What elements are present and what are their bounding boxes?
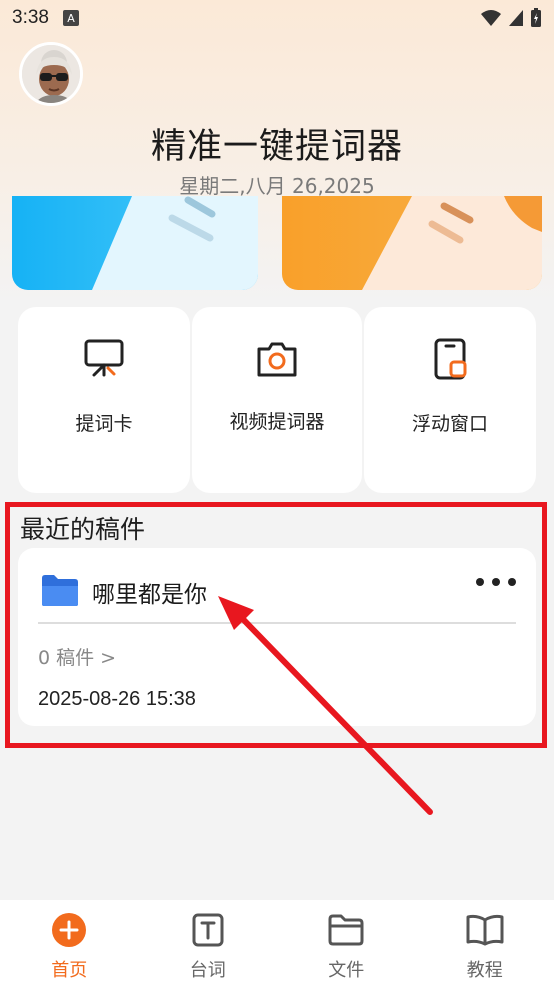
banner-right-graphic	[362, 196, 542, 290]
avatar[interactable]	[19, 42, 83, 106]
tool-label: 浮动窗口	[411, 413, 488, 435]
tool-prompt-card[interactable]: 提词卡	[18, 307, 190, 493]
presentation-board-icon	[84, 339, 124, 377]
floating-window-icon	[434, 338, 467, 380]
folder-icon	[326, 910, 366, 950]
battery-icon	[531, 8, 541, 27]
nav-tutorial[interactable]: 教程	[416, 900, 554, 984]
banner-right[interactable]	[282, 196, 542, 290]
bottom-navigation: 首页 台词 文件 教程	[0, 900, 554, 984]
banner-left-graphic	[92, 196, 258, 290]
notification-icon: A	[62, 10, 79, 26]
script-t-icon	[188, 910, 228, 950]
wifi-icon	[481, 10, 501, 26]
nav-label: 首页	[51, 960, 88, 981]
camera-icon	[257, 342, 297, 377]
book-icon	[465, 910, 505, 950]
nav-files[interactable]: 文件	[277, 900, 416, 984]
tool-label: 提词卡	[75, 413, 133, 435]
signal-icon	[509, 10, 523, 26]
highlight-box	[5, 502, 547, 748]
nav-label: 台词	[189, 960, 226, 981]
page-title: 精准一键提词器	[150, 127, 403, 167]
nav-home[interactable]: 首页	[0, 900, 139, 984]
banner-left[interactable]	[12, 196, 258, 290]
tool-label: 视频提词器	[229, 411, 325, 433]
tool-floating-window[interactable]: 浮动窗口	[364, 307, 536, 493]
home-plus-icon	[49, 910, 89, 950]
tool-video-prompter[interactable]: 视频提词器	[192, 307, 362, 493]
status-bar: 3:38 A	[0, 0, 554, 36]
page-date: 星期二,八月 26,2025	[179, 174, 375, 198]
nav-label: 教程	[466, 960, 503, 981]
nav-script[interactable]: 台词	[139, 900, 278, 984]
nav-label: 文件	[328, 960, 365, 981]
status-icons	[480, 8, 542, 28]
status-time: 3:38	[12, 7, 49, 28]
